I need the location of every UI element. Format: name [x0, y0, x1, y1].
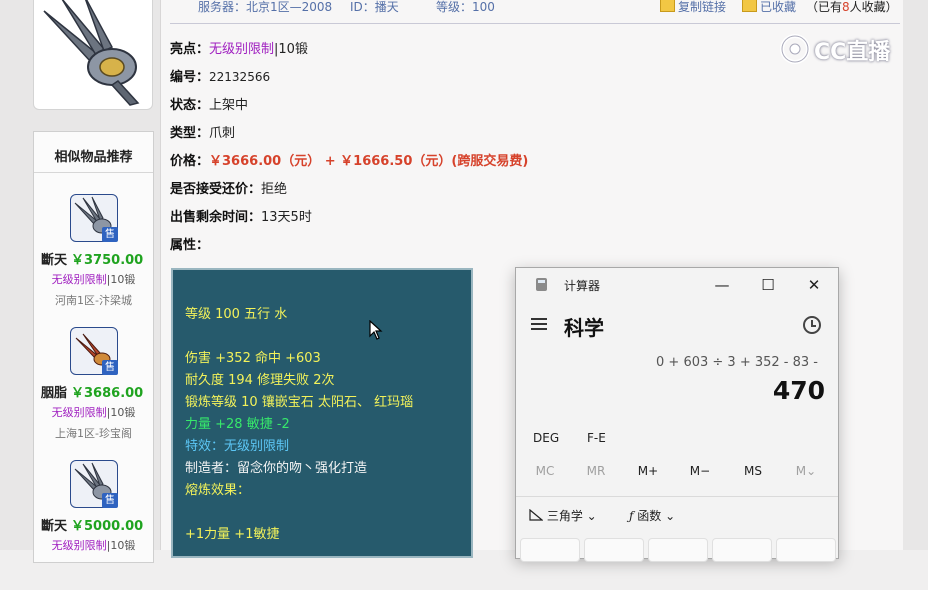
- seller-level: 等级：100: [436, 0, 495, 14]
- similar-item-price: ￥3750.00: [71, 253, 144, 268]
- highlight-row: 亮点：无级别限制|10锻: [170, 42, 308, 57]
- mouse-cursor-icon: [369, 320, 383, 340]
- item-info-bar: 服务器：北京1区—2008 ID：播天 等级：100 复制链接 已收藏 （已有8…: [170, 0, 900, 24]
- trigonometry-dropdown[interactable]: 三角学 ⌄: [529, 507, 597, 524]
- similar-item-tag: 无级别限制|10锻: [51, 406, 136, 419]
- server-info: 服务器：北京1区—2008: [198, 0, 333, 14]
- calculator-window[interactable]: 计算器 — ☐ ✕ 科学 0 + 603 ÷ 3 + 352 - 83 - 47…: [515, 267, 839, 562]
- calculator-mode-title: 科学: [564, 316, 604, 340]
- similar-items-panel: 相似物品推荐 售 斷天 ￥3750.00 无级别限制|10锻 河南1区-汴梁城 售…: [33, 131, 154, 563]
- m-plus-button[interactable]: M+: [628, 464, 668, 478]
- calculator-result: 470: [772, 376, 825, 405]
- watermark-logo-icon: [780, 34, 810, 64]
- type-value: 爪刺: [209, 126, 236, 141]
- attr-special-effect: 特效：无级别限制: [185, 439, 290, 454]
- info-bar-divider: [170, 23, 900, 24]
- similar-item-tag: 无级别限制|10锻: [51, 273, 136, 286]
- serial-value: 22132566: [209, 70, 271, 84]
- status-row: 状态：上架中: [170, 98, 249, 113]
- price-value: ￥3666.00（元） + ￥1666.50（元）(跨服交易费): [209, 154, 529, 169]
- similar-item-price: ￥3686.00: [71, 386, 144, 401]
- claw-weapon-icon: [43, 0, 140, 106]
- remaining-time-value: 13天5时: [261, 210, 312, 225]
- calculator-expression: 0 + 603 ÷ 3 + 352 - 83 -: [656, 355, 818, 370]
- maximize-button[interactable]: ☐: [748, 273, 788, 297]
- status-value: 上架中: [209, 98, 249, 113]
- bargain-value: 拒绝: [261, 182, 288, 197]
- attr-maker: 制造者：留念你的吻丶强化打造: [185, 461, 368, 476]
- similar-item-thumbnail[interactable]: 售: [70, 194, 118, 242]
- calculator-app-icon: [536, 278, 547, 291]
- similar-item-thumbnail[interactable]: 售: [70, 460, 118, 508]
- attr-damage-hit: 伤害 +352 命中 +603: [185, 351, 321, 366]
- deg-button[interactable]: DEG: [533, 431, 559, 445]
- close-button[interactable]: ✕: [794, 273, 834, 297]
- attr-smelting-effect: +1力量 +1敏捷: [185, 527, 280, 542]
- attributes-label-row: 属性：: [170, 238, 210, 253]
- remaining-time-row: 出售剩余时间：13天5时: [170, 210, 312, 225]
- triangle-ruler-icon: [529, 508, 544, 521]
- similar-item-server: 河南1区-汴梁城: [55, 294, 132, 307]
- m-minus-button[interactable]: M−: [680, 464, 720, 478]
- similar-item[interactable]: 售 斷天 ￥3750.00 无级别限制|10锻 河南1区-汴梁城: [34, 194, 153, 324]
- favorite-icon: [742, 0, 757, 12]
- mc-button[interactable]: MC: [525, 464, 565, 478]
- keypad-key[interactable]: [520, 538, 580, 562]
- copy-link-button[interactable]: 复制链接: [660, 0, 726, 15]
- similar-item-name-row: 斷天 ￥3750.00: [41, 253, 144, 268]
- similar-item-name-row: 胭脂 ￥3686.00: [41, 386, 144, 401]
- attr-level-element: 等级 100 五行 水: [185, 307, 288, 322]
- memory-list-button[interactable]: M⌄: [786, 464, 826, 478]
- keypad-key[interactable]: [584, 538, 644, 562]
- attr-smelting-label: 熔炼效果：: [185, 483, 251, 498]
- calculator-title: 计算器: [564, 279, 601, 293]
- highlight-extra: |10锻: [274, 42, 308, 57]
- price-row: 价格：￥3666.00（元） + ￥1666.50（元）(跨服交易费): [170, 154, 529, 169]
- bargain-row: 是否接受还价：拒绝: [170, 182, 288, 197]
- type-row: 类型：爪刺: [170, 126, 236, 141]
- mr-button[interactable]: MR: [576, 464, 616, 478]
- serial-row: 编号：22132566: [170, 70, 271, 85]
- sale-badge: 售: [102, 493, 118, 508]
- highlight-value: 无级别限制: [209, 42, 275, 57]
- attr-strength-agility: 力量 +28 敏捷 -2: [185, 417, 290, 432]
- hamburger-menu-icon[interactable]: [531, 316, 549, 332]
- chevron-down-icon: ⌄: [665, 509, 676, 523]
- similar-items-title: 相似物品推荐: [54, 150, 133, 165]
- similar-item-price: ￥5000.00: [71, 519, 144, 534]
- similar-item-server: 上海1区-珍宝阁: [55, 427, 132, 440]
- keypad-key[interactable]: [648, 538, 708, 562]
- stream-watermark: CC直播: [778, 32, 898, 66]
- similar-item-name-row: 斷天 ￥5000.00: [41, 519, 144, 534]
- attr-forge-gems: 锻炼等级 10 镶嵌宝石 太阳石、 红玛瑙: [185, 395, 414, 410]
- copy-link-icon: [660, 0, 675, 12]
- attributes-box: 等级 100 五行 水 伤害 +352 命中 +603 耐久度 194 修理失败…: [171, 268, 473, 558]
- seller-id: ID：播天: [350, 0, 399, 14]
- similar-item[interactable]: 售 斷天 ￥5000.00 无级别限制|10锻: [34, 460, 153, 590]
- similar-item[interactable]: 售 胭脂 ￥3686.00 无级别限制|10锻 上海1区-珍宝阁: [34, 327, 153, 457]
- function-f-icon: ƒ: [629, 509, 634, 523]
- favorite-button[interactable]: 已收藏: [742, 0, 796, 15]
- ms-button[interactable]: MS: [733, 464, 773, 478]
- keypad-key[interactable]: [712, 538, 772, 562]
- similar-item-thumbnail[interactable]: 售: [70, 327, 118, 375]
- calculator-divider: [516, 496, 838, 497]
- sale-badge: 售: [102, 360, 118, 375]
- keypad-key[interactable]: [776, 538, 836, 562]
- favorite-count: （已有8人收藏）: [806, 0, 898, 14]
- item-image: [33, 0, 153, 110]
- calculator-titlebar[interactable]: 计算器 — ☐ ✕: [516, 268, 838, 300]
- keypad-row: [520, 538, 836, 562]
- minimize-button[interactable]: —: [702, 273, 742, 297]
- similar-items-divider: [34, 172, 153, 173]
- similar-item-tag: 无级别限制|10锻: [51, 539, 136, 552]
- chevron-down-icon: ⌄: [586, 509, 597, 523]
- attr-durability: 耐久度 194 修理失败 2次: [185, 373, 335, 388]
- fe-button[interactable]: F-E: [587, 431, 606, 445]
- history-icon[interactable]: [803, 316, 821, 334]
- function-dropdown[interactable]: ƒ 函数 ⌄: [629, 507, 675, 524]
- sale-badge: 售: [102, 227, 118, 242]
